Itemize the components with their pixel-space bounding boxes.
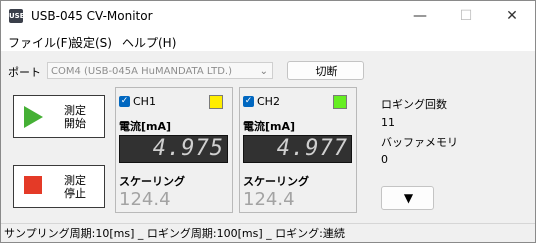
stop-measure-button[interactable]: 測定 停止 xyxy=(13,165,105,208)
title-bar: USB USB-045 CV-Monitor — ☐ ✕ xyxy=(1,1,535,31)
window-title: USB-045 CV-Monitor xyxy=(31,9,153,23)
ch1-scaling-label: スケーリング xyxy=(119,175,185,188)
ch1-label: CH1 xyxy=(133,95,156,108)
app-window: USB USB-045 CV-Monitor — ☐ ✕ ファイル(F) 設定(… xyxy=(0,0,536,243)
start-button-label: 測定 開始 xyxy=(64,104,86,130)
ch2-color-swatch[interactable] xyxy=(333,95,347,109)
ch1-checkbox[interactable]: ✓ xyxy=(119,96,130,107)
ch2-current-label: 電流[mA] xyxy=(243,120,296,133)
ch1-scaling-value: 124.4 xyxy=(119,189,171,210)
chevron-down-icon: ⌄ xyxy=(259,66,268,77)
close-button[interactable]: ✕ xyxy=(489,1,535,31)
ch2-scaling-label: スケーリング xyxy=(243,175,309,188)
maximize-button[interactable]: ☐ xyxy=(443,1,489,31)
menu-bar: ファイル(F) 設定(S) ヘルプ(H) xyxy=(1,31,535,51)
triangle-down-icon: ▼ xyxy=(403,191,414,205)
disconnect-button[interactable]: 切断 xyxy=(287,61,364,80)
expand-button[interactable]: ▼ xyxy=(381,186,434,210)
menu-help[interactable]: ヘルプ(H) xyxy=(122,34,176,51)
status-bar: サンプリング周期:10[ms] _ ロギング周期:100[ms] _ ロギング:… xyxy=(1,223,535,242)
ch2-label: CH2 xyxy=(257,95,280,108)
play-icon xyxy=(24,106,43,128)
ch2-current-display: 4.977 xyxy=(243,135,352,163)
logging-count-label: ロギング回数 xyxy=(381,98,447,111)
ch2-checkbox[interactable]: ✓ xyxy=(243,96,254,107)
menu-settings[interactable]: 設定(S) xyxy=(71,34,112,51)
minimize-button[interactable]: — xyxy=(397,1,443,31)
buffer-memory-label: バッファメモリ xyxy=(381,136,458,149)
logging-count-value: 11 xyxy=(381,116,395,129)
port-label: ポート xyxy=(8,66,41,79)
ch1-color-swatch[interactable] xyxy=(209,95,223,109)
start-measure-button[interactable]: 測定 開始 xyxy=(13,95,105,138)
ch2-scaling-value: 124.4 xyxy=(243,189,295,210)
menu-file[interactable]: ファイル(F) xyxy=(8,34,72,51)
ch1-current-label: 電流[mA] xyxy=(119,120,172,133)
disconnect-button-label: 切断 xyxy=(315,65,338,78)
buffer-memory-value: 0 xyxy=(381,153,388,166)
stop-icon xyxy=(24,176,42,194)
port-select-value: COM4 (USB-045A HuMANDATA LTD.) xyxy=(51,66,232,77)
channel-panel-ch2: ✓ CH2 電流[mA] 4.977 スケーリング 124.4 xyxy=(239,87,357,213)
app-icon: USB xyxy=(9,9,25,23)
port-select[interactable]: COM4 (USB-045A HuMANDATA LTD.) ⌄ xyxy=(47,62,273,79)
stop-button-label: 測定 停止 xyxy=(64,174,86,200)
channel-panel-ch1: ✓ CH1 電流[mA] 4.975 スケーリング 124.4 xyxy=(115,87,233,213)
ch1-current-display: 4.975 xyxy=(119,135,228,163)
